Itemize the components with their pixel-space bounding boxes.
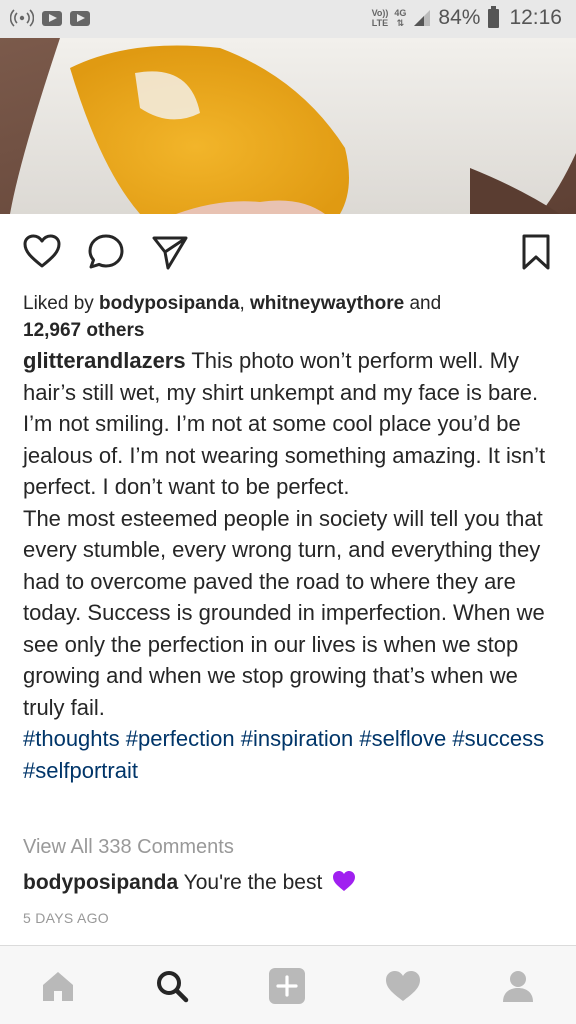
- hashtag[interactable]: #selfportrait: [23, 758, 138, 783]
- caption-text-2: The most esteemed people in society will…: [23, 505, 545, 720]
- likes-count[interactable]: 12,967 others: [23, 320, 144, 341]
- battery-icon: [488, 5, 500, 28]
- share-plane-icon[interactable]: [150, 232, 190, 272]
- bottom-navigation: [0, 945, 576, 1024]
- heart-activity-icon: [386, 971, 420, 1001]
- like-heart-icon[interactable]: [22, 232, 62, 272]
- youtube-notification-icon: [42, 10, 62, 26]
- battery-percent: 84%: [438, 6, 481, 29]
- nav-search[interactable]: [152, 966, 192, 1006]
- nav-profile[interactable]: [498, 966, 538, 1006]
- save-bookmark-icon[interactable]: [516, 232, 556, 272]
- post-actions: [0, 214, 576, 288]
- hashtag[interactable]: #thoughts: [23, 726, 120, 751]
- caption-username[interactable]: glitterandlazers: [23, 348, 186, 373]
- post-caption: glitterandlazers This photo won’t perfor…: [23, 345, 558, 786]
- post-photo[interactable]: [0, 38, 576, 214]
- hashtag[interactable]: #perfection: [126, 726, 235, 751]
- likes-summary[interactable]: Liked by bodyposipanda, whitneywaythore …: [23, 290, 553, 344]
- liked-by-user[interactable]: whitneywaythore: [250, 293, 404, 314]
- hashtag[interactable]: #inspiration: [241, 726, 354, 751]
- add-post-icon: [269, 968, 305, 1004]
- search-icon: [157, 971, 189, 1003]
- view-all-comments-link[interactable]: View All 338 Comments: [23, 836, 234, 859]
- network-type: 4G ⇅: [394, 8, 407, 28]
- hashtag[interactable]: #selflove: [359, 726, 446, 751]
- nav-activity[interactable]: [383, 966, 423, 1006]
- comment-icon[interactable]: [86, 232, 126, 272]
- signal-icon: [414, 10, 431, 26]
- post-timestamp: 5 DAYS AGO: [23, 910, 109, 926]
- hashtag[interactable]: #success: [452, 726, 544, 751]
- nav-home[interactable]: [38, 966, 78, 1006]
- home-icon: [43, 972, 73, 1001]
- liked-by-user[interactable]: bodyposipanda: [99, 293, 239, 314]
- volte-indicator: Vo)) LTE: [371, 8, 389, 28]
- profile-icon: [503, 971, 533, 1002]
- hotspot-icon: [10, 9, 34, 27]
- clock: 12:16: [509, 6, 562, 29]
- photo-image: [0, 38, 576, 214]
- comment-text: You're the best: [178, 871, 323, 894]
- status-bar: Vo)) LTE 4G ⇅ 84% 12:16: [0, 0, 576, 38]
- comment-username[interactable]: bodyposipanda: [23, 871, 178, 894]
- youtube-notification-icon-2: [70, 10, 90, 26]
- purple-heart-icon: [333, 871, 356, 891]
- comment: bodyposipanda You're the best: [23, 870, 356, 895]
- nav-add-post[interactable]: [267, 966, 307, 1006]
